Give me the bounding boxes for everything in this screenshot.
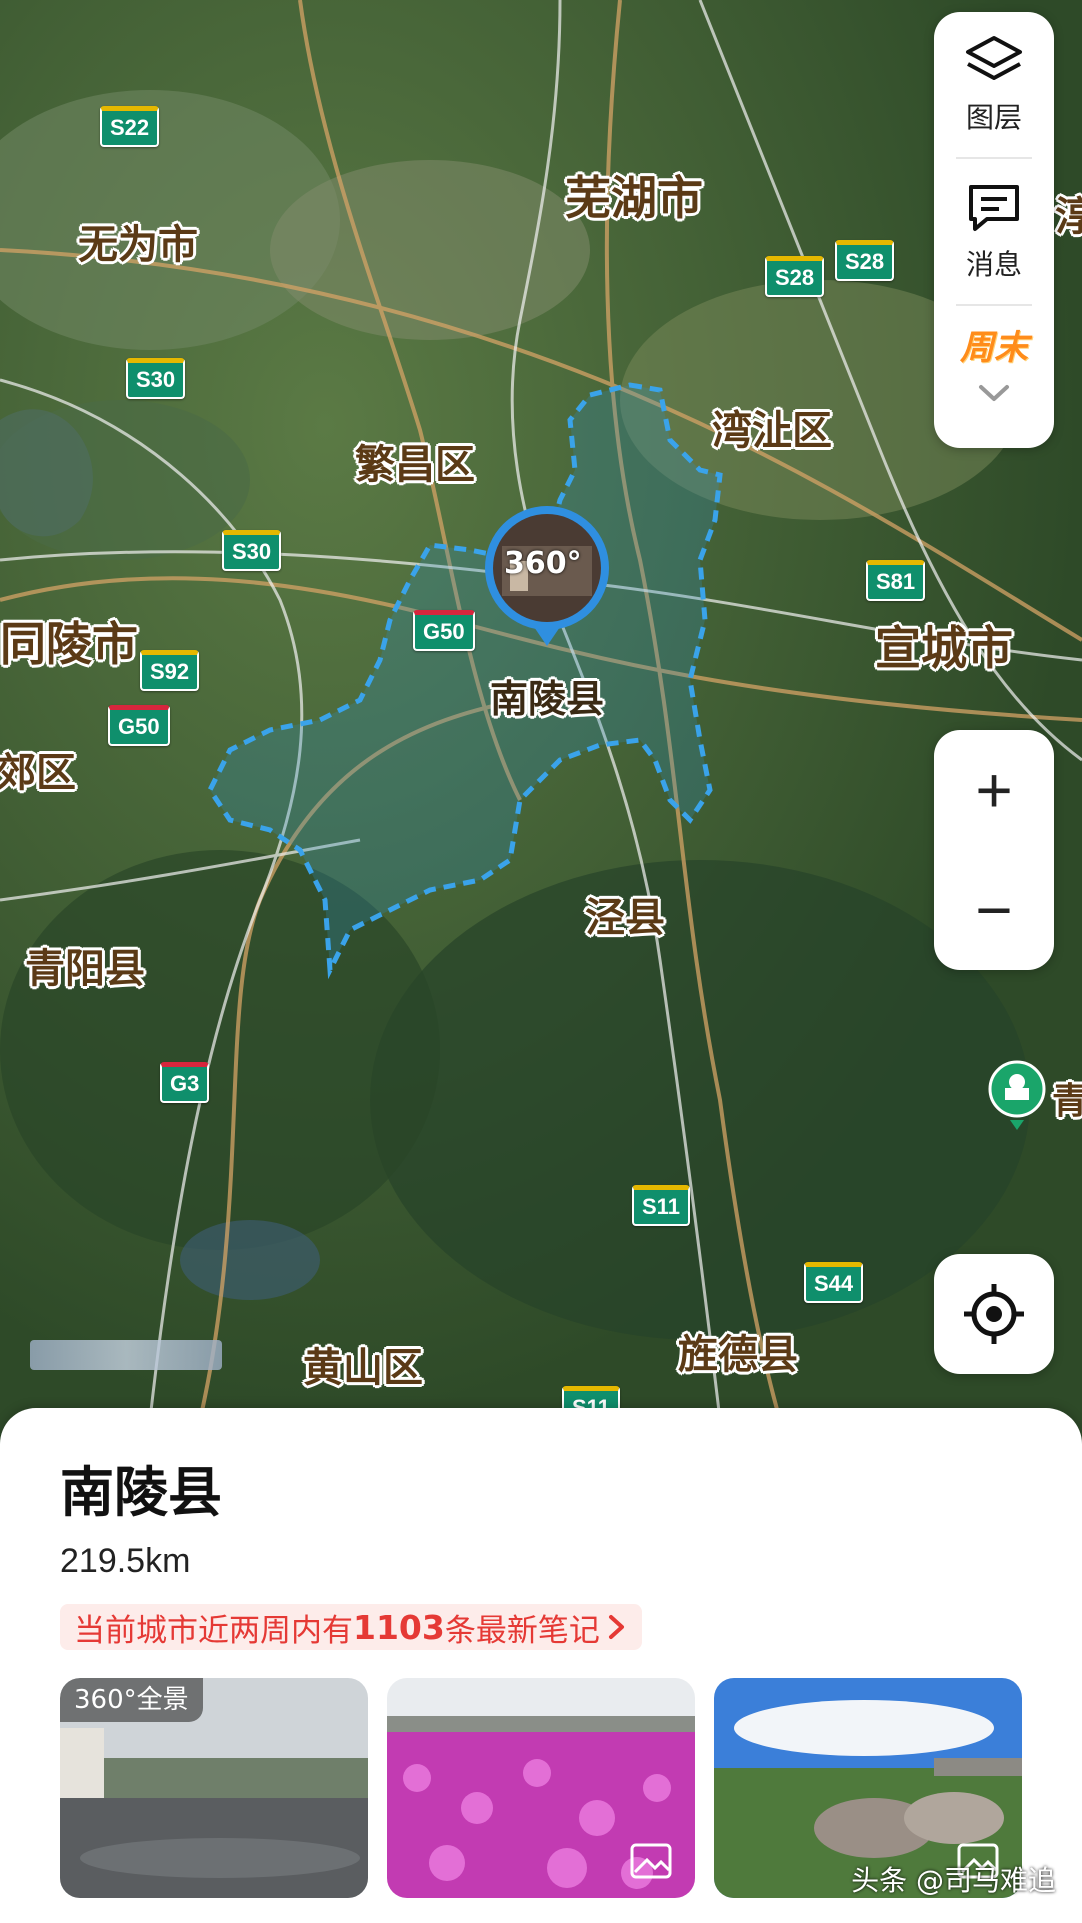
highway-shield-s22: S22	[100, 106, 160, 147]
highway-shield-s44: S44	[804, 1262, 864, 1303]
layers-button[interactable]: 图层	[934, 12, 1054, 157]
panorama-marker[interactable]: 360°	[482, 506, 612, 656]
locate-button[interactable]	[934, 1254, 1054, 1374]
recent-notes-link[interactable]: 当前城市近两周内有 1103 条最新笔记	[60, 1604, 642, 1650]
city-label-wanzhi[interactable]: 湾沚区	[712, 398, 832, 456]
chevron-down-icon[interactable]	[977, 383, 1011, 403]
image-icon	[630, 1843, 672, 1879]
message-icon	[969, 184, 1019, 231]
city-label-edge-right[interactable]: 淳	[1055, 184, 1082, 242]
city-label-jingxian[interactable]: 泾县	[585, 885, 665, 943]
highway-shield-s92: S92	[140, 650, 200, 691]
highway-shield-s30: S30	[222, 530, 282, 571]
layers-icon	[966, 35, 1022, 80]
marker-pin-icon	[485, 506, 609, 646]
park-pin-icon	[988, 1060, 1046, 1130]
highway-shield-s28: S28	[835, 240, 895, 281]
city-label-huangshan[interactable]: 黄山区	[303, 1335, 423, 1393]
marker-360-badge: 360°	[504, 546, 582, 581]
zoom-control: + −	[934, 730, 1054, 970]
map-scale-bar	[30, 1340, 222, 1370]
messages-button[interactable]: 消息	[934, 159, 1054, 304]
place-title: 南陵县	[60, 1461, 222, 1524]
selected-place-label[interactable]: 南陵县	[490, 668, 604, 723]
map-side-panel: 图层 消息 周末	[934, 12, 1054, 448]
city-label-xuancheng[interactable]: 宣城市	[875, 612, 1013, 678]
highway-shield-g50: G50	[108, 705, 170, 746]
highway-shield-g3: G3	[160, 1062, 210, 1103]
city-label-edge-left[interactable]: 郊区	[0, 740, 76, 798]
city-label-tongling[interactable]: 同陵市	[0, 608, 138, 674]
zoom-out-button[interactable]: −	[934, 850, 1054, 970]
place-detail-sheet[interactable]: 南陵县 219.5km 当前城市近两周内有 1103 条最新笔记 360°全景	[0, 1408, 1082, 1923]
layers-label: 图层	[965, 101, 1022, 133]
poi-pin[interactable]	[988, 1060, 1046, 1134]
city-label-jingde[interactable]: 旌德县	[678, 1322, 798, 1380]
notes-count: 1103	[353, 1607, 445, 1647]
weekend-label: 周末	[960, 328, 1028, 368]
highway-shield-s11: S11	[632, 1185, 690, 1226]
satellite-map[interactable]: 芜湖市 无为市 繁昌区 湾沚区 同陵市 宣城市 泾县 青阳县 黄山区 旌德县 郊…	[0, 0, 1082, 1420]
source-watermark: 头条 @司马难追	[851, 1864, 1056, 1897]
panorama-badge: 360°全景	[60, 1678, 203, 1722]
city-label-qingyang[interactable]: 青阳县	[25, 936, 145, 994]
photo-thumbnail-panorama[interactable]: 360°全景	[60, 1678, 368, 1898]
highway-shield-s81: S81	[866, 560, 926, 601]
city-label-wuhu[interactable]: 芜湖市	[565, 162, 703, 228]
locate-icon	[964, 1284, 1024, 1344]
highway-shield-s28: S28	[765, 256, 825, 297]
highway-shield-s30: S30	[126, 358, 186, 399]
zoom-in-button[interactable]: +	[934, 730, 1054, 850]
notes-prefix: 当前城市近两周内有	[74, 1612, 353, 1649]
city-label-edge-qing[interactable]: 青	[1052, 1072, 1082, 1124]
highway-shield-g50: G50	[413, 610, 475, 651]
place-distance: 219.5km	[60, 1542, 191, 1580]
weekend-button[interactable]: 周末	[934, 306, 1054, 403]
city-label-fanchang[interactable]: 繁昌区	[355, 432, 475, 490]
city-label-wuwei[interactable]: 无为市	[78, 212, 198, 270]
messages-label: 消息	[965, 248, 1022, 280]
chevron-right-icon	[608, 1615, 624, 1639]
photo-thumbnail-flowers[interactable]	[387, 1678, 695, 1898]
notes-suffix: 条最新笔记	[444, 1612, 600, 1649]
